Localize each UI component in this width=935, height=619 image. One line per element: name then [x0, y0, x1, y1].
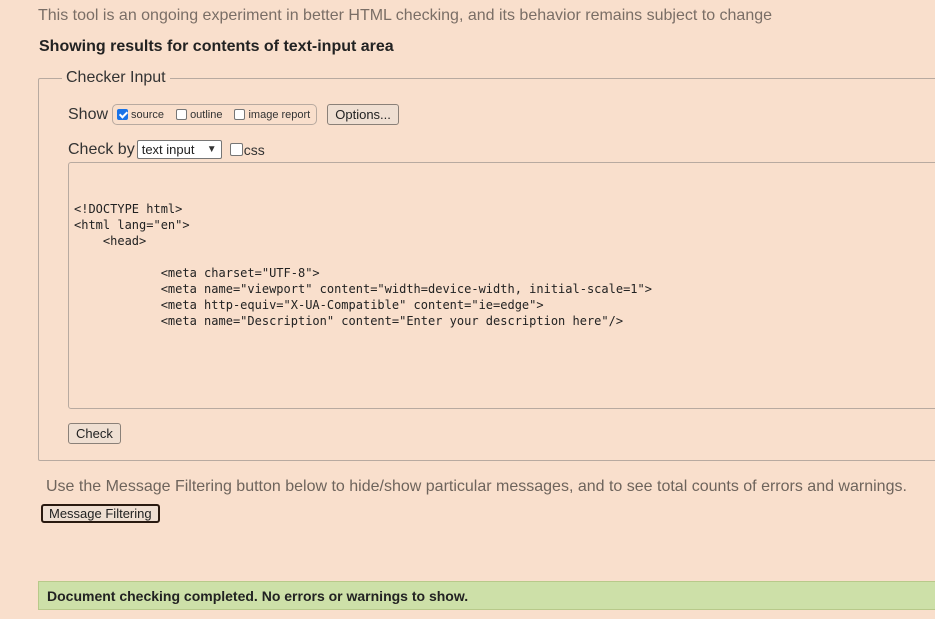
css-checkbox[interactable] [229, 143, 243, 156]
source-checkbox[interactable] [117, 109, 129, 120]
outline-label: outline [190, 108, 223, 121]
source-textarea[interactable]: <!DOCTYPE html> <html lang="en"> <head> … [68, 162, 935, 409]
options-button[interactable]: Options... [327, 104, 399, 125]
results-heading: Showing results for contents of text-inp… [39, 38, 394, 55]
message-filtering-note: Use the Message Filtering button below t… [46, 478, 907, 495]
css-label: css [243, 141, 265, 158]
css-option[interactable]: css [229, 141, 265, 158]
show-row: Show source outline image report Options… [68, 104, 399, 125]
disclaimer-text: This tool is an ongoing experiment in be… [38, 7, 773, 24]
success-status-bar: Document checking completed. No errors o… [38, 581, 935, 610]
check-by-label: Check by [68, 140, 135, 158]
checker-input-legend: Checker Input [62, 69, 170, 87]
check-by-row: Check by text input ▼ css [68, 140, 265, 159]
show-outline-option[interactable]: outline [176, 109, 222, 121]
show-source-option[interactable]: source [117, 109, 164, 121]
outline-checkbox[interactable] [176, 109, 188, 120]
source-code-content: <!DOCTYPE html> <html lang="en"> <head> … [74, 202, 652, 328]
show-label: Show [68, 105, 109, 123]
status-message: Document checking completed. No errors o… [47, 587, 469, 604]
chevron-down-icon: ▼ [206, 144, 217, 155]
check-button[interactable]: Check [68, 423, 121, 444]
show-image-report-option[interactable]: image report [234, 109, 310, 121]
page: This tool is an ongoing experiment in be… [0, 0, 935, 619]
source-label: source [131, 108, 165, 121]
image-report-label: image report [248, 108, 311, 121]
check-by-select[interactable]: text input ▼ [136, 140, 222, 159]
check-by-selected-value: text input [141, 142, 195, 157]
show-options-group: source outline image report [112, 104, 318, 125]
image-report-checkbox[interactable] [234, 109, 246, 120]
message-filtering-button[interactable]: Message Filtering [41, 504, 160, 523]
